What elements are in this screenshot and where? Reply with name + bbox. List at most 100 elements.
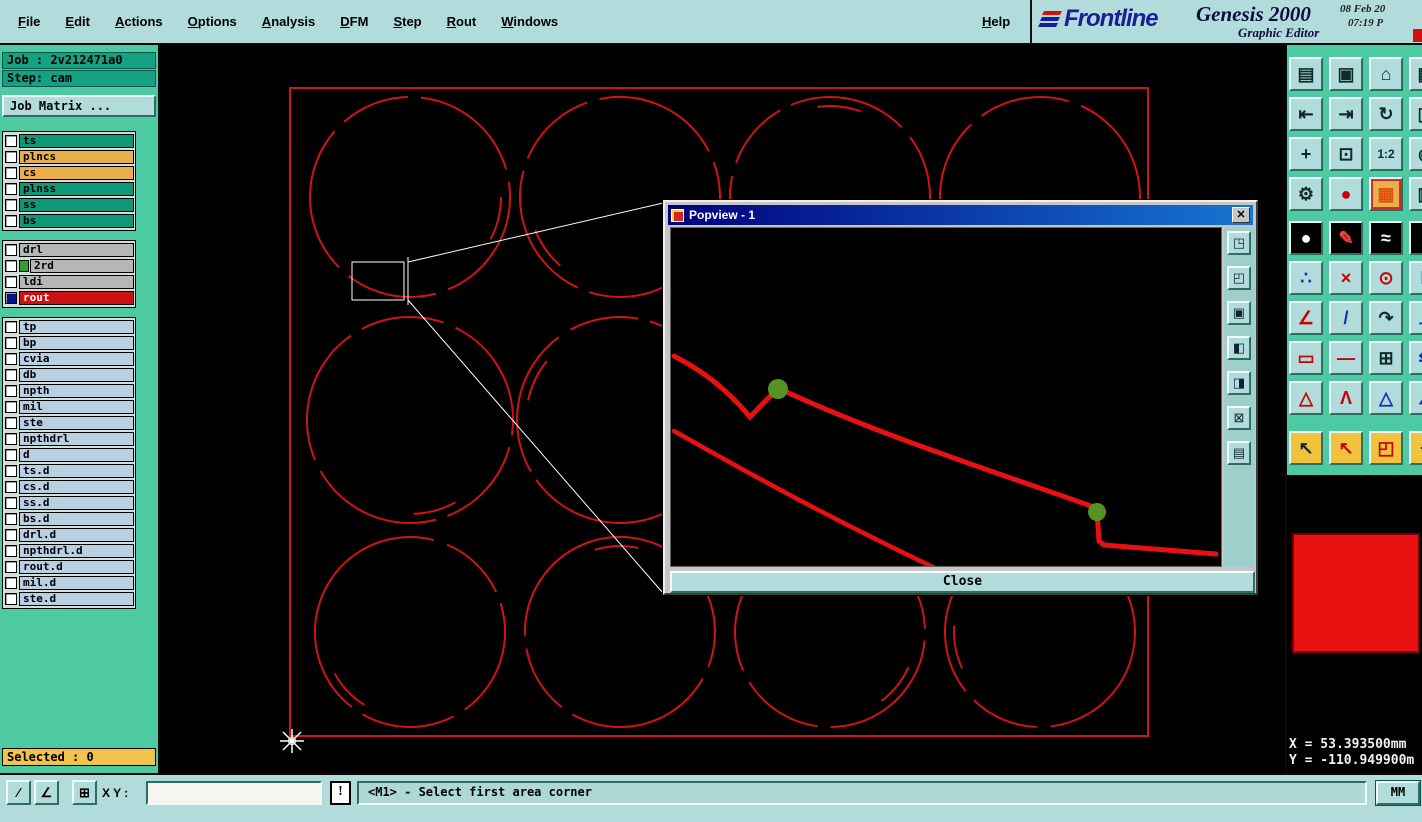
- tool-zigzag-button[interactable]: Λ: [1329, 381, 1363, 415]
- layer-checkbox-npthdrl.d[interactable]: [5, 545, 17, 557]
- tool-dot-view-button[interactable]: ●: [1289, 221, 1323, 255]
- layer-name-drl.d[interactable]: drl.d: [19, 528, 134, 542]
- layer-row-ts[interactable]: ts: [4, 133, 134, 149]
- layer-checkbox-ss.d[interactable]: [5, 497, 17, 509]
- layer-name-npthdrl[interactable]: npthdrl: [19, 432, 134, 446]
- layer-name-mil[interactable]: mil: [19, 400, 134, 414]
- tool-exit-left-button[interactable]: ⇤: [1289, 97, 1323, 131]
- tool-rect-outline-button[interactable]: ▭: [1289, 341, 1323, 375]
- menu-windows[interactable]: Windows: [501, 14, 558, 29]
- layer-checkbox-2rd[interactable]: [5, 260, 17, 272]
- layer-row-ste[interactable]: ste: [4, 415, 134, 431]
- layer-name-bs.d[interactable]: bs.d: [19, 512, 134, 526]
- layer-checkbox-mil.d[interactable]: [5, 577, 17, 589]
- tool-wave-ruler-button[interactable]: ≈: [1369, 221, 1403, 255]
- tool-color-layers-button[interactable]: ▦: [1369, 177, 1403, 211]
- layer-checkbox-rout[interactable]: [5, 292, 17, 304]
- grid-toggle-button[interactable]: ⊞: [72, 780, 97, 805]
- tool-diag-line-button[interactable]: /: [1329, 301, 1363, 335]
- layer-name-mil.d[interactable]: mil.d: [19, 576, 134, 590]
- layer-row-ldi[interactable]: ldi: [4, 274, 134, 290]
- layer-name-rout[interactable]: rout: [19, 291, 134, 305]
- alert-bang-button[interactable]: !: [330, 781, 351, 805]
- layer-name-drl[interactable]: drl: [19, 243, 134, 257]
- tool-dash-line-button[interactable]: —: [1329, 341, 1363, 375]
- layer-row-bs[interactable]: bs: [4, 213, 134, 229]
- menu-options[interactable]: Options: [188, 14, 237, 29]
- layer-name-bs[interactable]: bs: [19, 214, 134, 228]
- tool-record-dot-button[interactable]: ●: [1329, 177, 1363, 211]
- layer-checkbox-plncs[interactable]: [5, 151, 17, 163]
- layer-name-ldi[interactable]: ldi: [19, 275, 134, 289]
- layer-checkbox-ste[interactable]: [5, 417, 17, 429]
- tool-angle-measure-button[interactable]: ∡: [1409, 381, 1422, 415]
- tool-swap-button[interactable]: ⇆: [1409, 341, 1422, 375]
- layer-row-rout[interactable]: rout: [4, 290, 134, 306]
- layer-checkbox-cs.d[interactable]: [5, 481, 17, 493]
- layer-name-cvia[interactable]: cvia: [19, 352, 134, 366]
- layer-checkbox-ss[interactable]: [5, 199, 17, 211]
- popview-titlebar[interactable]: Popview - 1 ✕: [668, 205, 1253, 225]
- layer-row-npthdrl.d[interactable]: npthdrl.d: [4, 543, 134, 559]
- tool-overlay-button[interactable]: ◉: [1409, 137, 1422, 171]
- tool-flag-f-button[interactable]: F: [1409, 261, 1422, 295]
- job-matrix-button[interactable]: Job Matrix ...: [2, 95, 156, 117]
- popup-layers-button[interactable]: ▤: [1227, 441, 1251, 465]
- layer-checkbox-ldi[interactable]: [5, 276, 17, 288]
- layer-row-bp[interactable]: bp: [4, 335, 134, 351]
- layer-checkbox-db[interactable]: [5, 369, 17, 381]
- layer-checkbox-tp[interactable]: [5, 321, 17, 333]
- layer-row-npthdrl[interactable]: npthdrl: [4, 431, 134, 447]
- layer-checkbox-mil[interactable]: [5, 401, 17, 413]
- tool-move-point-button[interactable]: ⊙: [1369, 261, 1403, 295]
- tool-angle-line-button[interactable]: ∠: [1289, 301, 1323, 335]
- layer-name-ss.d[interactable]: ss.d: [19, 496, 134, 510]
- tool-window-split-button[interactable]: ◫: [1409, 97, 1422, 131]
- tool-draw-pencil-button[interactable]: ✎: [1329, 221, 1363, 255]
- tool-rotate-button[interactable]: ↻: [1369, 97, 1403, 131]
- popup-expand-button[interactable]: ◳: [1227, 231, 1251, 255]
- layer-checkbox-ts.d[interactable]: [5, 465, 17, 477]
- layer-checkbox-cs[interactable]: [5, 167, 17, 179]
- layer-row-2rd[interactable]: 2rd: [4, 258, 134, 274]
- tool-pad-plus-button[interactable]: ⊞: [1369, 341, 1403, 375]
- popup-fit-button[interactable]: ⊠: [1227, 406, 1251, 430]
- tool-points-cluster-button[interactable]: ∴: [1289, 261, 1323, 295]
- tool-arc-rotate-button[interactable]: ↷: [1369, 301, 1403, 335]
- menu-step[interactable]: Step: [393, 14, 421, 29]
- tool-transform-button[interactable]: ⊥: [1409, 301, 1422, 335]
- layer-checkbox-npthdrl[interactable]: [5, 433, 17, 445]
- layer-name-cs[interactable]: cs: [19, 166, 134, 180]
- tool-grid-button[interactable]: ▦: [1409, 57, 1422, 91]
- layer-row-bs.d[interactable]: bs.d: [4, 511, 134, 527]
- tool-circle-view-button[interactable]: ○: [1409, 221, 1422, 255]
- popup-pan-right-button[interactable]: ◨: [1227, 371, 1251, 395]
- layer-row-ts.d[interactable]: ts.d: [4, 463, 134, 479]
- layer-checkbox-npth[interactable]: [5, 385, 17, 397]
- layer-row-cvia[interactable]: cvia: [4, 351, 134, 367]
- layer-name-bp[interactable]: bp: [19, 336, 134, 350]
- layer-row-plnss[interactable]: plnss: [4, 181, 134, 197]
- layer-name-ste.d[interactable]: ste.d: [19, 592, 134, 606]
- tool-save-page-button[interactable]: ▤: [1289, 57, 1323, 91]
- layer-checkbox-plnss[interactable]: [5, 183, 17, 195]
- layer-checkbox-drl.d[interactable]: [5, 529, 17, 541]
- popview-close-button[interactable]: Close: [670, 571, 1255, 593]
- menu-analysis[interactable]: Analysis: [262, 14, 315, 29]
- menu-help[interactable]: Help: [982, 14, 1010, 29]
- layer-checkbox-bs.d[interactable]: [5, 513, 17, 525]
- layer-row-ss.d[interactable]: ss.d: [4, 495, 134, 511]
- tool-delete-x-button[interactable]: ×: [1329, 261, 1363, 295]
- layer-row-cs[interactable]: cs: [4, 165, 134, 181]
- layer-name-npth[interactable]: npth: [19, 384, 134, 398]
- tool-home-button[interactable]: ⌂: [1369, 57, 1403, 91]
- snap-line-button[interactable]: ∕: [6, 780, 31, 805]
- layer-name-ts[interactable]: ts: [19, 134, 134, 148]
- menu-dfm[interactable]: DFM: [340, 14, 368, 29]
- tool-film-button[interactable]: ▥: [1409, 177, 1422, 211]
- tool-screen-button[interactable]: ▣: [1329, 57, 1363, 91]
- layer-row-db[interactable]: db: [4, 367, 134, 383]
- layer-checkbox-cvia[interactable]: [5, 353, 17, 365]
- tool-zoom-fit-button[interactable]: ⊡: [1329, 137, 1363, 171]
- layer-row-npth[interactable]: npth: [4, 383, 134, 399]
